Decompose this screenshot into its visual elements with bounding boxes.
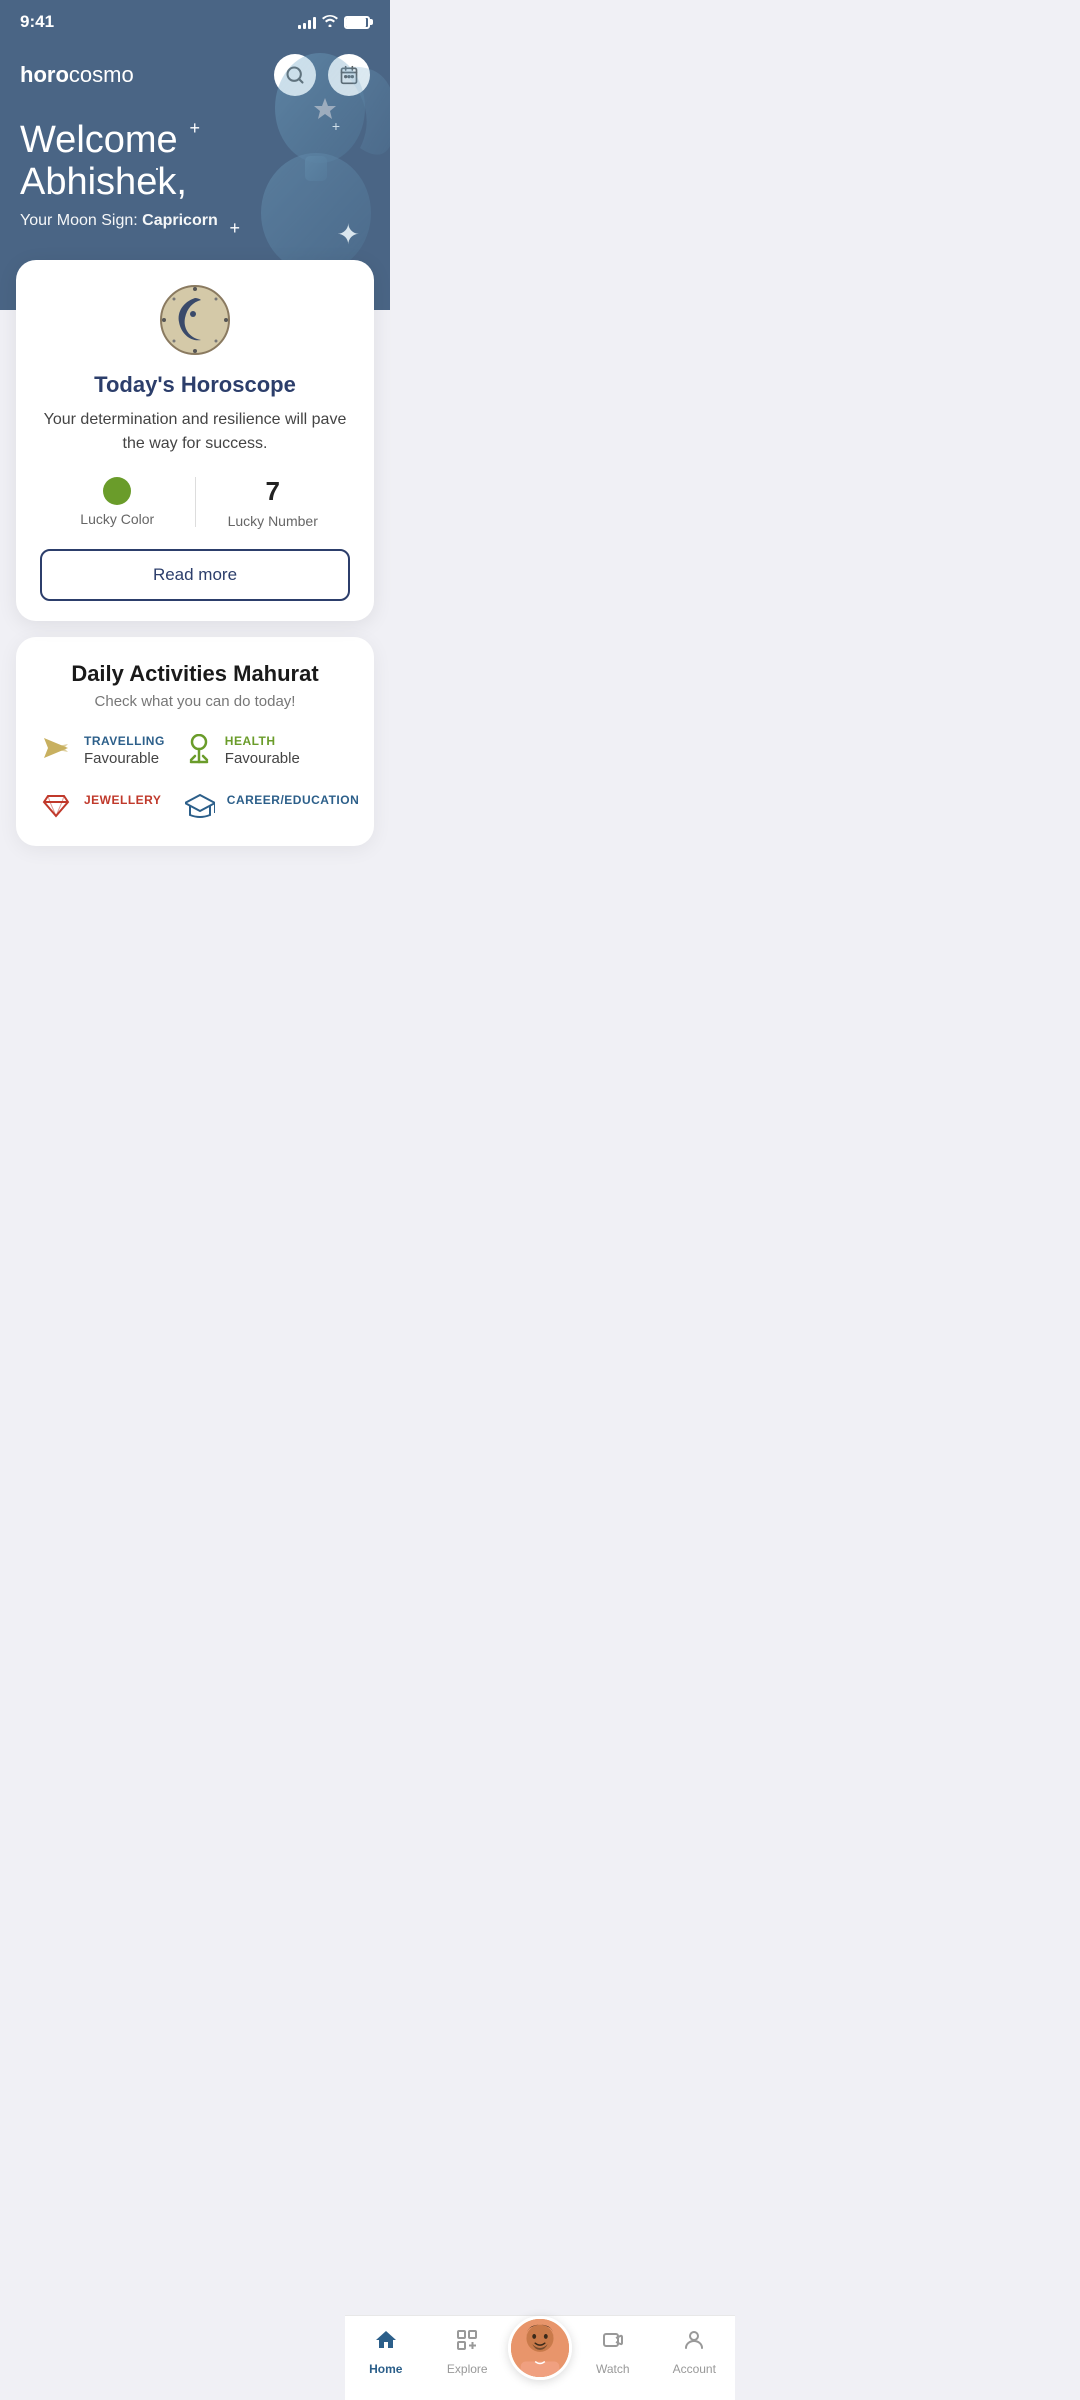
horoscope-card: Today's Horoscope Your determination and… xyxy=(16,260,374,621)
nav-watch[interactable]: Watch xyxy=(572,2324,654,2380)
watch-icon xyxy=(601,2328,625,2358)
moon-sign-text: Your Moon Sign: Capricorn xyxy=(20,212,370,230)
hero-text: Welcome Abhishek, Your Moon Sign: Capric… xyxy=(20,120,370,230)
profile-avatar xyxy=(508,2316,572,2380)
signal-icon xyxy=(298,15,316,29)
travelling-status: Favourable xyxy=(84,750,165,767)
travelling-info: TRAVELLING Favourable xyxy=(84,734,165,767)
wifi-icon xyxy=(322,14,338,30)
activity-item-travelling[interactable]: TRAVELLING Favourable xyxy=(40,734,165,773)
jewellery-info: JEWELLERY xyxy=(84,793,161,809)
status-time: 9:41 xyxy=(20,12,54,32)
travelling-name: TRAVELLING xyxy=(84,734,165,748)
activity-item-jewellery[interactable]: JEWELLERY xyxy=(40,793,165,826)
travelling-icon xyxy=(40,734,72,769)
lucky-color-label: Lucky Color xyxy=(80,511,154,527)
activities-card: Daily Activities Mahurat Check what you … xyxy=(16,637,374,846)
health-status: Favourable xyxy=(225,750,300,767)
horoscope-title: Today's Horoscope xyxy=(40,372,350,398)
lucky-number-label: Lucky Number xyxy=(228,513,318,529)
home-icon xyxy=(374,2328,398,2358)
activities-title: Daily Activities Mahurat xyxy=(40,661,350,687)
health-icon xyxy=(185,734,213,773)
lucky-color-dot xyxy=(103,477,131,505)
explore-icon xyxy=(455,2328,479,2358)
activity-item-career[interactable]: CAREER/EDUCATION xyxy=(185,793,359,826)
read-more-button[interactable]: Read more xyxy=(40,549,350,601)
lucky-color-item: Lucky Color xyxy=(40,477,195,527)
lucky-number-value: 7 xyxy=(266,476,280,507)
activities-grid: TRAVELLING Favourable HEALTH xyxy=(40,734,350,826)
welcome-heading: Welcome Abhishek, xyxy=(20,120,370,204)
health-name: HEALTH xyxy=(225,734,300,748)
profile-avatar-image xyxy=(511,2319,569,2377)
account-icon xyxy=(682,2328,706,2358)
horoscope-icon-wrap xyxy=(40,284,350,356)
nav-profile-center[interactable] xyxy=(508,2316,572,2380)
nav-account[interactable]: Account xyxy=(654,2324,736,2380)
horoscope-description: Your determination and resilience will p… xyxy=(40,408,350,456)
activities-subtitle: Check what you can do today! xyxy=(40,693,350,710)
activity-item-health[interactable]: HEALTH Favourable xyxy=(185,734,359,773)
jewellery-icon xyxy=(40,793,72,825)
career-info: CAREER/EDUCATION xyxy=(227,793,359,809)
battery-icon xyxy=(344,16,370,29)
home-label: Home xyxy=(369,2362,402,2376)
career-icon xyxy=(185,793,215,826)
lucky-number-item: 7 Lucky Number xyxy=(196,476,351,529)
jewellery-name: JEWELLERY xyxy=(84,793,161,807)
app-logo: horocosmo xyxy=(20,62,134,88)
status-icons xyxy=(298,14,370,30)
nav-home[interactable]: Home xyxy=(345,2324,427,2380)
account-label: Account xyxy=(673,2362,716,2376)
nav-explore[interactable]: Explore xyxy=(427,2324,509,2380)
watch-label: Watch xyxy=(596,2362,630,2376)
moon-compass-icon xyxy=(159,284,231,356)
lucky-info-row: Lucky Color 7 Lucky Number xyxy=(40,476,350,529)
explore-label: Explore xyxy=(447,2362,488,2376)
career-name: CAREER/EDUCATION xyxy=(227,793,359,807)
status-bar: 9:41 xyxy=(0,0,390,38)
bottom-nav: Home Explore xyxy=(345,2315,735,2400)
health-info: HEALTH Favourable xyxy=(225,734,300,767)
